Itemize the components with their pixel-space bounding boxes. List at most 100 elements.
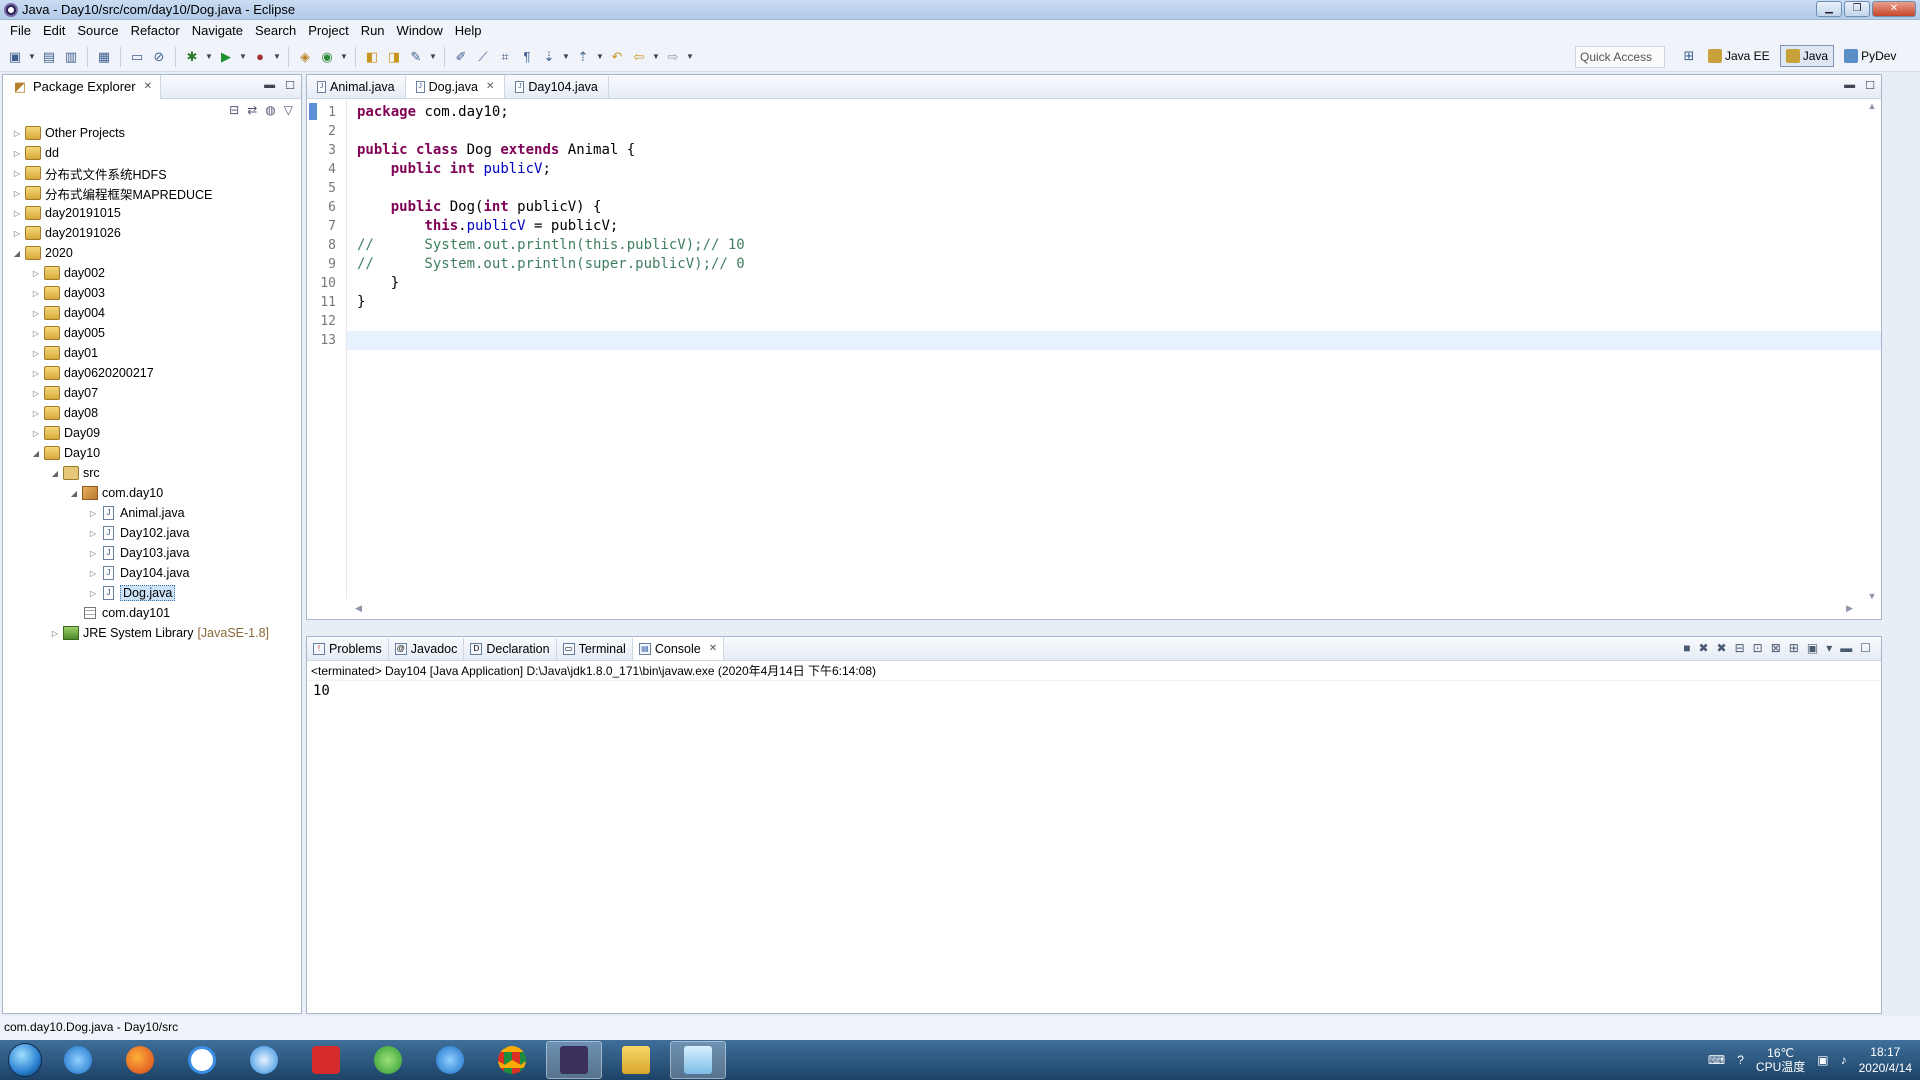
keyboard-icon[interactable]: ⌨ [1708,1053,1725,1067]
skip-breakpoints-icon[interactable]: ⊘ [150,48,168,66]
tree-item[interactable]: ▷ day08 [3,403,301,423]
menu-run[interactable]: Run [355,20,391,42]
console-output[interactable]: 10 [307,681,1881,701]
menu-search[interactable]: Search [249,20,302,42]
new-java-project-icon[interactable]: ◈ [296,48,314,66]
menu-refactor[interactable]: Refactor [125,20,186,42]
tab-terminal[interactable]: ▭ Terminal [557,638,633,660]
previous-annotation-icon[interactable]: ⇡ [574,48,592,66]
tree-item[interactable]: ◢ src [3,463,301,483]
tree-item[interactable]: ▷ 分布式文件系统HDFS [3,163,301,183]
collapsed-twisty-icon[interactable]: ▷ [11,189,23,198]
forward-icon[interactable]: ⇨ [664,48,682,66]
tree-item[interactable]: ▷ dd [3,143,301,163]
external-tools-dropdown-icon[interactable]: ▼ [273,52,281,61]
menu-edit[interactable]: Edit [37,20,71,42]
tree-item[interactable]: com.day101 [3,603,301,623]
tree-item[interactable]: ▷ day005 [3,323,301,343]
close-button[interactable]: ✕ [1872,1,1916,17]
show-whitespace-icon[interactable]: ¶ [518,48,536,66]
tree-item[interactable]: ▷ J Day103.java [3,543,301,563]
tab-console[interactable]: ▤ Console ✕ [632,636,725,660]
next-annotation-icon[interactable]: ⇣ [540,48,558,66]
minimize-button[interactable]: ▁ [1816,1,1842,17]
collapsed-twisty-icon[interactable]: ▷ [11,149,23,158]
menu-project[interactable]: Project [302,20,354,42]
collapsed-twisty-icon[interactable]: ▷ [30,309,42,318]
tree-item[interactable]: ▷ 分布式编程框架MAPREDUCE [3,183,301,203]
menu-source[interactable]: Source [71,20,124,42]
tree-item[interactable]: ▷ Other Projects [3,123,301,143]
help-icon[interactable]: ? [1737,1053,1744,1067]
taskbar-youdao[interactable] [298,1041,354,1079]
close-icon[interactable]: ✕ [709,643,717,654]
tree-item[interactable]: ◢ Day10 [3,443,301,463]
collapsed-twisty-icon[interactable]: ▷ [49,629,61,638]
volume-icon[interactable]: ♪ [1841,1053,1847,1067]
collapsed-twisty-icon[interactable]: ▷ [87,569,99,578]
tree-item[interactable]: ▷ day003 [3,283,301,303]
collapsed-twisty-icon[interactable]: ▷ [30,349,42,358]
restore-button[interactable]: ❐ [1844,1,1870,17]
open-perspective-icon[interactable]: ⊞ [1680,47,1698,65]
taskbar-cloud[interactable] [236,1041,292,1079]
minimize-icon[interactable]: ▬ [264,79,275,92]
terminal-icon[interactable]: ▭ [128,48,146,66]
view-menu-icon[interactable]: ▽ [284,103,293,117]
taskbar-baidu-netdisk[interactable] [174,1041,230,1079]
tree-item[interactable]: ▷ Day09 [3,423,301,443]
maximize-icon[interactable]: ☐ [285,79,295,92]
tree-item[interactable]: ◢ com.day10 [3,483,301,503]
forward-dropdown-icon[interactable]: ▼ [686,52,694,61]
collapsed-twisty-icon[interactable]: ▷ [30,429,42,438]
tree-item[interactable]: ▷ day002 [3,263,301,283]
collapsed-twisty-icon[interactable]: ▷ [87,529,99,538]
remove-all-terminated-icon[interactable]: ✖ [1717,641,1727,655]
open-folder-icon[interactable]: ◨ [385,48,403,66]
toggle-block-selection-icon[interactable]: ⌗ [496,48,514,66]
toggle-mark-occurrences-icon[interactable]: ✐ [452,48,470,66]
maximize-icon[interactable]: ☐ [1865,79,1875,92]
expanded-twisty-icon[interactable]: ◢ [11,249,23,258]
taskbar-firefox[interactable] [112,1041,168,1079]
taskbar-explorer[interactable] [608,1041,664,1079]
focus-icon[interactable]: ◍ [265,103,275,117]
remove-launch-icon[interactable]: ✖ [1698,641,1708,655]
scroll-left-icon[interactable]: ◀ [355,603,362,617]
perspective-pydev[interactable]: PyDev [1838,45,1902,67]
tree-item[interactable]: ▷ J Day104.java [3,563,301,583]
tree-item[interactable]: ▷ day07 [3,383,301,403]
tab-animal-java[interactable]: J Animal.java [307,76,406,98]
tree-item[interactable]: ▷ JRE System Library [JavaSE-1.8] [3,623,301,643]
network-icon[interactable]: ▣ [1817,1053,1828,1067]
taskbar-chrome[interactable] [484,1041,540,1079]
collapsed-twisty-icon[interactable]: ▷ [30,289,42,298]
code-editor[interactable]: 1 2 3 4 5 6 7 8 9 10 11 12 13 package com.day10; pub… [307,99,1881,599]
scroll-lock-icon[interactable]: ⊟ [1735,641,1745,655]
editor-horizontal-scrollbar[interactable]: ◀ ▶ [347,603,1861,617]
print-icon[interactable]: ▦ [95,48,113,66]
tree-item[interactable]: ▷ day0620200217 [3,363,301,383]
taskbar-notepad[interactable] [670,1041,726,1079]
taskbar-ie2[interactable] [422,1041,478,1079]
perspective-java-ee[interactable]: Java EE [1702,45,1776,67]
previous-annotation-dropdown-icon[interactable]: ▼ [596,52,604,61]
taskbar-browser-360[interactable] [360,1041,416,1079]
new-icon[interactable]: ▣ [6,48,24,66]
collapsed-twisty-icon[interactable]: ▷ [11,229,23,238]
expanded-twisty-icon[interactable]: ◢ [68,489,80,498]
minimize-icon[interactable]: ▬ [1844,79,1855,92]
clock[interactable]: 18:17 2020/4/14 [1859,1044,1912,1076]
debug-dropdown-icon[interactable]: ▼ [205,52,213,61]
close-icon[interactable]: ✕ [144,81,152,92]
last-edit-location-icon[interactable]: ↶ [608,48,626,66]
tree-item[interactable]: ▷ J Day102.java [3,523,301,543]
back-icon[interactable]: ⇦ [630,48,648,66]
run-dropdown-icon[interactable]: ▼ [239,52,247,61]
scroll-up-icon[interactable]: ▲ [1865,101,1879,111]
save-icon[interactable]: ▤ [40,48,58,66]
tab-dog-java[interactable]: J Dog.java ✕ [405,74,506,98]
new-class-dropdown-icon[interactable]: ▼ [340,52,348,61]
menu-help[interactable]: Help [449,20,488,42]
collapsed-twisty-icon[interactable]: ▷ [30,389,42,398]
